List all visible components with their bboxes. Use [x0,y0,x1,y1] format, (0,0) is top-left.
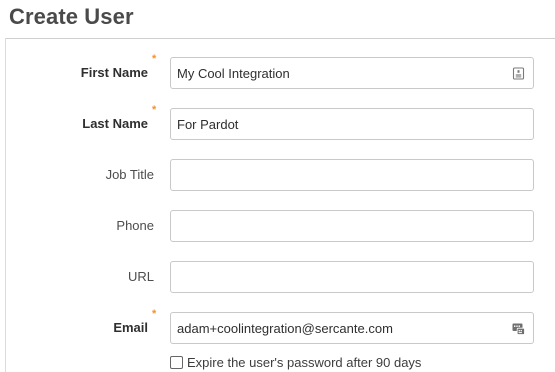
email-label: Email [113,320,148,335]
last-name-required-marker: * [152,104,157,116]
job-title-row: Job Title [0,159,555,193]
phone-row: Phone [0,210,555,244]
job-title-input[interactable] [170,159,534,191]
last-name-input[interactable]: For Pardot [170,108,534,140]
contact-card-icon[interactable] [512,67,525,80]
email-value: adam+coolintegration@sercante.com [177,321,393,336]
password-expiry-checkbox[interactable] [170,356,183,369]
first-name-input[interactable]: My Cool Integration [170,57,534,89]
first-name-required-marker: * [152,53,157,65]
first-name-row: First Name * My Cool Integration [0,53,555,91]
url-input[interactable] [170,261,534,293]
url-label: URL [127,269,154,284]
last-name-value: For Pardot [177,117,239,132]
password-expiry-label[interactable]: Expire the user's password after 90 days [187,354,421,371]
phone-label: Phone [116,218,154,233]
autofill-icon[interactable] [512,322,525,335]
page-title: Create User [9,4,134,29]
url-row: URL [0,261,555,295]
phone-input[interactable] [170,210,534,242]
job-title-label: Job Title [105,167,154,182]
last-name-row: Last Name * For Pardot [0,104,555,142]
title-divider [5,38,555,39]
first-name-value: My Cool Integration [177,66,290,81]
first-name-label: First Name [80,65,148,80]
email-required-marker: * [152,308,157,320]
email-input[interactable]: adam+coolintegration@sercante.com [170,312,534,344]
last-name-label: Last Name [82,116,148,131]
email-row: Email * adam+coolintegration@sercante.co… [0,308,555,346]
